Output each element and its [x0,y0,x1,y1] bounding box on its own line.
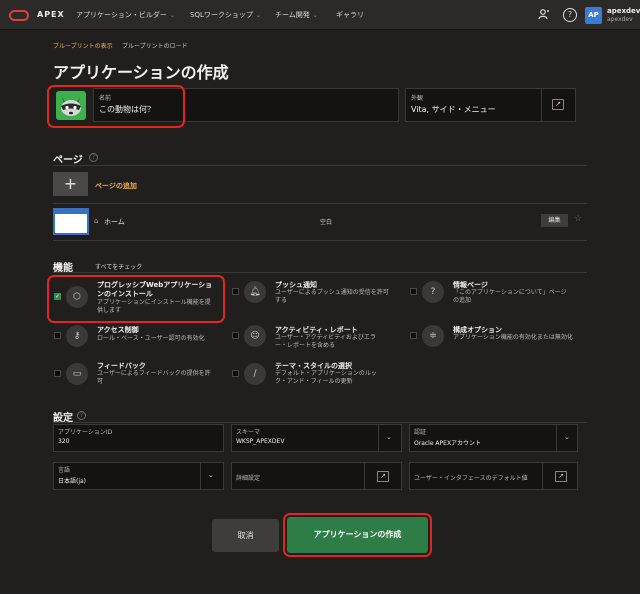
feature-desc: ロール・ベース・ユーザー認可の有効化 [97,335,205,342]
page-type: 空白 [320,219,333,226]
auth-value[interactable]: Oracle APEXアカウント [414,438,481,447]
push-checkbox[interactable] [232,288,239,295]
brand-name[interactable]: APEX [37,10,65,19]
highlight-create [283,513,432,557]
add-page-button[interactable]: + [53,172,88,196]
chevron-down-icon[interactable]: ⌄ [386,433,392,441]
chevron-down-icon: ⌄ [255,12,261,19]
theme-style-checkbox[interactable] [232,370,239,377]
chevron-down-icon[interactable]: ⌄ [208,471,214,479]
highlight-name [47,85,185,128]
chevron-down-icon[interactable]: ⌄ [564,433,570,441]
comment-icon: ▭ [66,363,88,385]
divider [556,425,557,451]
advanced-settings-label: 詳細設定 [236,475,261,482]
divider [53,165,587,166]
user-settings-icon[interactable] [537,8,551,22]
open-advanced-icon[interactable]: ↗ [377,471,389,482]
app-id-label: アプリケーションID [58,429,113,436]
check-all-link[interactable]: すべてをチェック [95,262,142,271]
divider [200,463,201,489]
divider [541,89,542,121]
access-control-checkbox[interactable] [54,332,61,339]
user-chart-icon: ☺ [244,325,266,347]
star-icon[interactable]: ☆ [574,214,582,224]
page-thumbnail [53,208,89,235]
highlight-pwa [47,275,225,323]
help-icon[interactable]: ? [563,8,577,22]
feature-desc: ユーザー・アクティビティおよびエラー・レポートを含める [275,334,376,349]
feedback-checkbox[interactable] [54,370,61,377]
feature-desc: ユーザーによるプッシュ通知の受信を許可する [275,289,389,304]
bell-icon: 🔔︎ [244,281,266,303]
divider [53,422,587,423]
user-name[interactable]: apexdev [607,7,640,15]
open-ui-defaults-icon[interactable]: ↗ [555,471,567,482]
help-icon[interactable]: ? [77,411,86,420]
feature-desc: ユーザーによるフィードバックの提供を許可 [97,370,211,385]
help-icon[interactable]: ? [89,153,98,162]
nav-app-builder[interactable]: アプリケーション・ビルダー ⌄ [76,10,175,20]
chevron-down-icon: ⌄ [312,12,318,19]
feature-desc: デフォルト・アプリケーションのルック・アンド・フィールの更新 [275,370,377,385]
avatar[interactable]: AP [585,7,602,24]
sliders-icon: ≑ [422,325,444,347]
user-workspace: apexdev [607,16,633,23]
breadcrumb-link[interactable]: ブループリントの表示 [53,41,113,50]
appearance-label: 外観 [411,95,424,102]
divider [53,272,587,273]
config-options-checkbox[interactable] [410,332,417,339]
add-page-label[interactable]: ページの追加 [95,181,137,191]
divider [542,463,543,489]
oracle-logo-icon[interactable] [9,10,29,21]
brush-icon: / [244,363,266,385]
page-title: アプリケーションの作成 [53,63,229,82]
open-appearance-icon[interactable]: ↗ [552,99,564,110]
key-icon: ⚷ [66,325,88,347]
feature-title: アクセス制御 [97,326,139,334]
feature-desc: 「このアプリケーションについて」ページの追加 [453,289,567,304]
about-checkbox[interactable] [410,288,417,295]
divider [53,203,587,204]
edit-page-button[interactable]: 編集 [541,214,568,227]
auth-label: 認証 [414,429,427,436]
schema-value[interactable]: WKSP_APEXDEV [236,438,284,445]
ui-defaults-label: ユーザー・インタフェースのデフォルト値 [414,475,528,482]
schema-label: スキーマ [236,429,261,436]
language-value[interactable]: 日本語(ja) [58,476,86,485]
info-icon: ? [422,281,444,303]
chevron-down-icon: ⌄ [169,12,175,19]
pages-heading: ページ [53,155,83,166]
nav-sql-workshop[interactable]: SQLワークショップ ⌄ [190,10,261,20]
appearance-value: Vita, サイド・メニュー [411,105,496,114]
activity-report-checkbox[interactable] [232,332,239,339]
page-name: ホーム [104,218,125,226]
cancel-button[interactable]: 取消 [212,519,279,552]
breadcrumb-current: ブループリントのロード [122,43,188,50]
divider [53,240,587,241]
feature-desc: アプリケーション機能の有効化または無効化 [453,334,573,341]
home-icon: ⌂ [94,217,99,225]
nav-gallery[interactable]: ギャラリ [336,10,364,20]
nav-team-development[interactable]: チーム開発 ⌄ [275,10,318,20]
divider [378,425,379,451]
divider [364,463,365,489]
top-navigation-bar: APEX アプリケーション・ビルダー ⌄ SQLワークショップ ⌄ チーム開発 ⌄ ギ… [0,0,640,30]
app-id-input[interactable]: 320 [58,438,69,445]
language-label: 言語 [58,467,71,474]
